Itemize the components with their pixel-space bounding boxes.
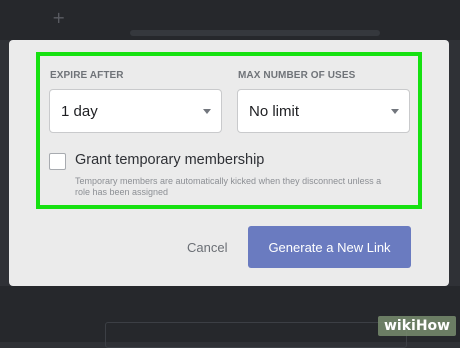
cancel-button[interactable]: Cancel bbox=[187, 240, 227, 255]
expire-after-label: EXPIRE AFTER bbox=[50, 70, 124, 81]
invite-settings-dialog: EXPIRE AFTER MAX NUMBER OF USES 1 day No… bbox=[9, 40, 449, 286]
max-uses-value: No limit bbox=[249, 103, 300, 120]
max-uses-select[interactable]: No limit bbox=[237, 89, 410, 133]
background-plus-icon: + bbox=[52, 8, 66, 27]
expire-after-select[interactable]: 1 day bbox=[49, 89, 222, 133]
temporary-membership-hint: Temporary members are automatically kick… bbox=[75, 176, 382, 197]
caret-down-icon bbox=[203, 109, 211, 114]
caret-down-icon bbox=[391, 109, 399, 114]
generate-link-button[interactable]: Generate a New Link bbox=[248, 226, 411, 268]
max-uses-label: MAX NUMBER OF USES bbox=[238, 70, 356, 81]
temporary-membership-checkbox[interactable] bbox=[49, 153, 66, 170]
expire-after-value: 1 day bbox=[61, 103, 98, 120]
wikihow-watermark: wikiHow bbox=[378, 316, 457, 336]
temporary-membership-label[interactable]: Grant temporary membership bbox=[75, 152, 264, 168]
background-text-line bbox=[130, 30, 380, 36]
background-input-outline bbox=[105, 322, 407, 348]
